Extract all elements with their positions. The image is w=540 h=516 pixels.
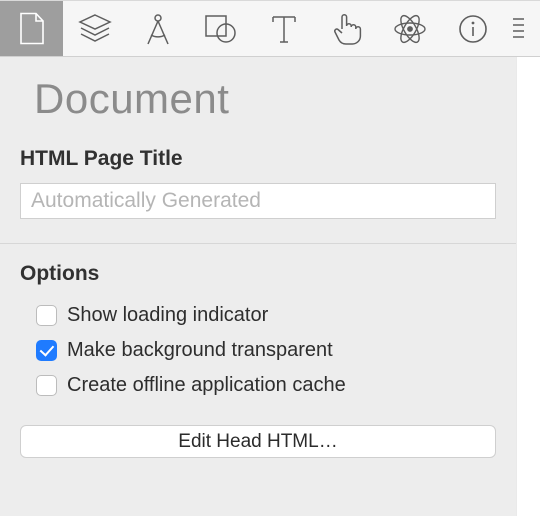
shape-icon xyxy=(204,14,238,44)
tab-interaction[interactable] xyxy=(315,1,378,56)
option-offline-cache: Create offline application cache xyxy=(0,368,516,403)
options-label: Options xyxy=(0,262,516,298)
panel-title: Document xyxy=(0,57,516,147)
document-icon xyxy=(19,12,45,45)
atom-icon xyxy=(393,12,427,46)
option-label: Create offline application cache xyxy=(67,374,346,397)
tab-document[interactable] xyxy=(0,1,63,56)
tab-physics[interactable] xyxy=(378,1,441,56)
edit-head-html-label: Edit Head HTML… xyxy=(178,431,337,453)
tab-layers[interactable] xyxy=(63,1,126,56)
divider xyxy=(0,243,516,244)
html-title-label: HTML Page Title xyxy=(0,147,516,183)
overflow-icon xyxy=(510,15,524,43)
option-transparent-bg: Make background transparent xyxy=(0,333,516,368)
tab-shape[interactable] xyxy=(189,1,252,56)
layers-icon xyxy=(77,13,113,45)
inspector-toolbar xyxy=(0,0,540,57)
text-icon xyxy=(271,14,297,44)
document-panel: Document HTML Page Title Options Show lo… xyxy=(0,57,517,516)
option-show-loading: Show loading indicator xyxy=(0,298,516,333)
tab-overflow[interactable] xyxy=(504,1,540,56)
compass-icon xyxy=(142,12,174,46)
tab-geometry[interactable] xyxy=(126,1,189,56)
checkbox-show-loading[interactable] xyxy=(36,305,57,326)
option-label: Show loading indicator xyxy=(67,304,268,327)
checkbox-transparent-bg[interactable] xyxy=(36,340,57,361)
edit-head-html-button[interactable]: Edit Head HTML… xyxy=(20,425,496,458)
html-title-input[interactable] xyxy=(20,183,496,219)
tab-info[interactable] xyxy=(441,1,504,56)
tab-text[interactable] xyxy=(252,1,315,56)
info-icon xyxy=(458,14,488,44)
option-label: Make background transparent xyxy=(67,339,333,362)
checkbox-offline-cache[interactable] xyxy=(36,375,57,396)
pointer-icon xyxy=(332,12,362,46)
